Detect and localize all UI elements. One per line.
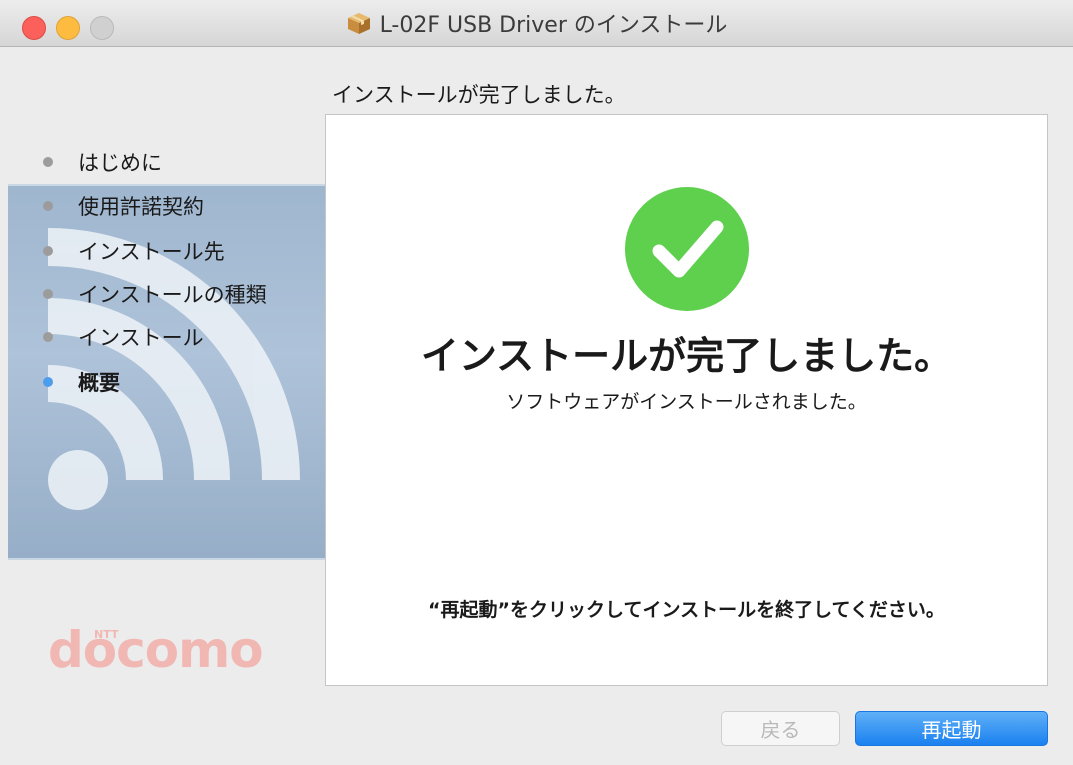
step-destination: インストール先 [8, 231, 318, 271]
back-button[interactable]: 戻る [721, 711, 840, 746]
ntt-logo-mark: NTT [94, 628, 119, 641]
page-heading: インストールが完了しました。 [332, 83, 626, 107]
step-summary: 概要 [8, 362, 318, 402]
installer-window: L-02F USB Driver のインストール はじめに 使用許諾契約 インス… [0, 0, 1073, 765]
content-panel: インストールが完了しました。 ソフトウェアがインストールされました。 “再起動”… [325, 114, 1048, 686]
step-bullet [43, 201, 53, 211]
step-installation: インストール [8, 317, 318, 357]
sidebar: はじめに 使用許諾契約 インストール先 インストールの種類 インストール 概要 [8, 46, 325, 696]
completion-title: インストールが完了しました。 [420, 334, 953, 378]
step-bullet [43, 157, 53, 167]
step-bullet [43, 289, 53, 299]
step-label: はじめに [78, 151, 162, 175]
completion-subtitle: ソフトウェアがインストールされました。 [506, 391, 867, 413]
step-bullet-active [43, 377, 53, 387]
checkmark-icon [625, 187, 749, 311]
step-bullet [43, 246, 53, 256]
step-install-type: インストールの種類 [8, 274, 318, 314]
step-bullet [43, 332, 53, 342]
step-label: インストールの種類 [78, 283, 267, 307]
window-title-group: L-02F USB Driver のインストール [0, 0, 1073, 46]
restart-button[interactable]: 再起動 [855, 711, 1048, 746]
step-label: 概要 [78, 371, 120, 395]
step-label: インストール [78, 326, 204, 350]
step-introduction: はじめに [8, 142, 318, 182]
step-license: 使用許諾契約 [8, 186, 318, 226]
restart-instruction: “再起動”をクリックしてインストールを終了してください。 [428, 599, 945, 621]
docomo-logo: docomo [48, 621, 264, 679]
title-bar[interactable]: L-02F USB Driver のインストール [0, 0, 1073, 47]
package-icon [347, 13, 370, 34]
window-title: L-02F USB Driver のインストール [379, 13, 728, 38]
step-label: インストール先 [78, 240, 225, 264]
step-label: 使用許諾契約 [78, 195, 204, 219]
